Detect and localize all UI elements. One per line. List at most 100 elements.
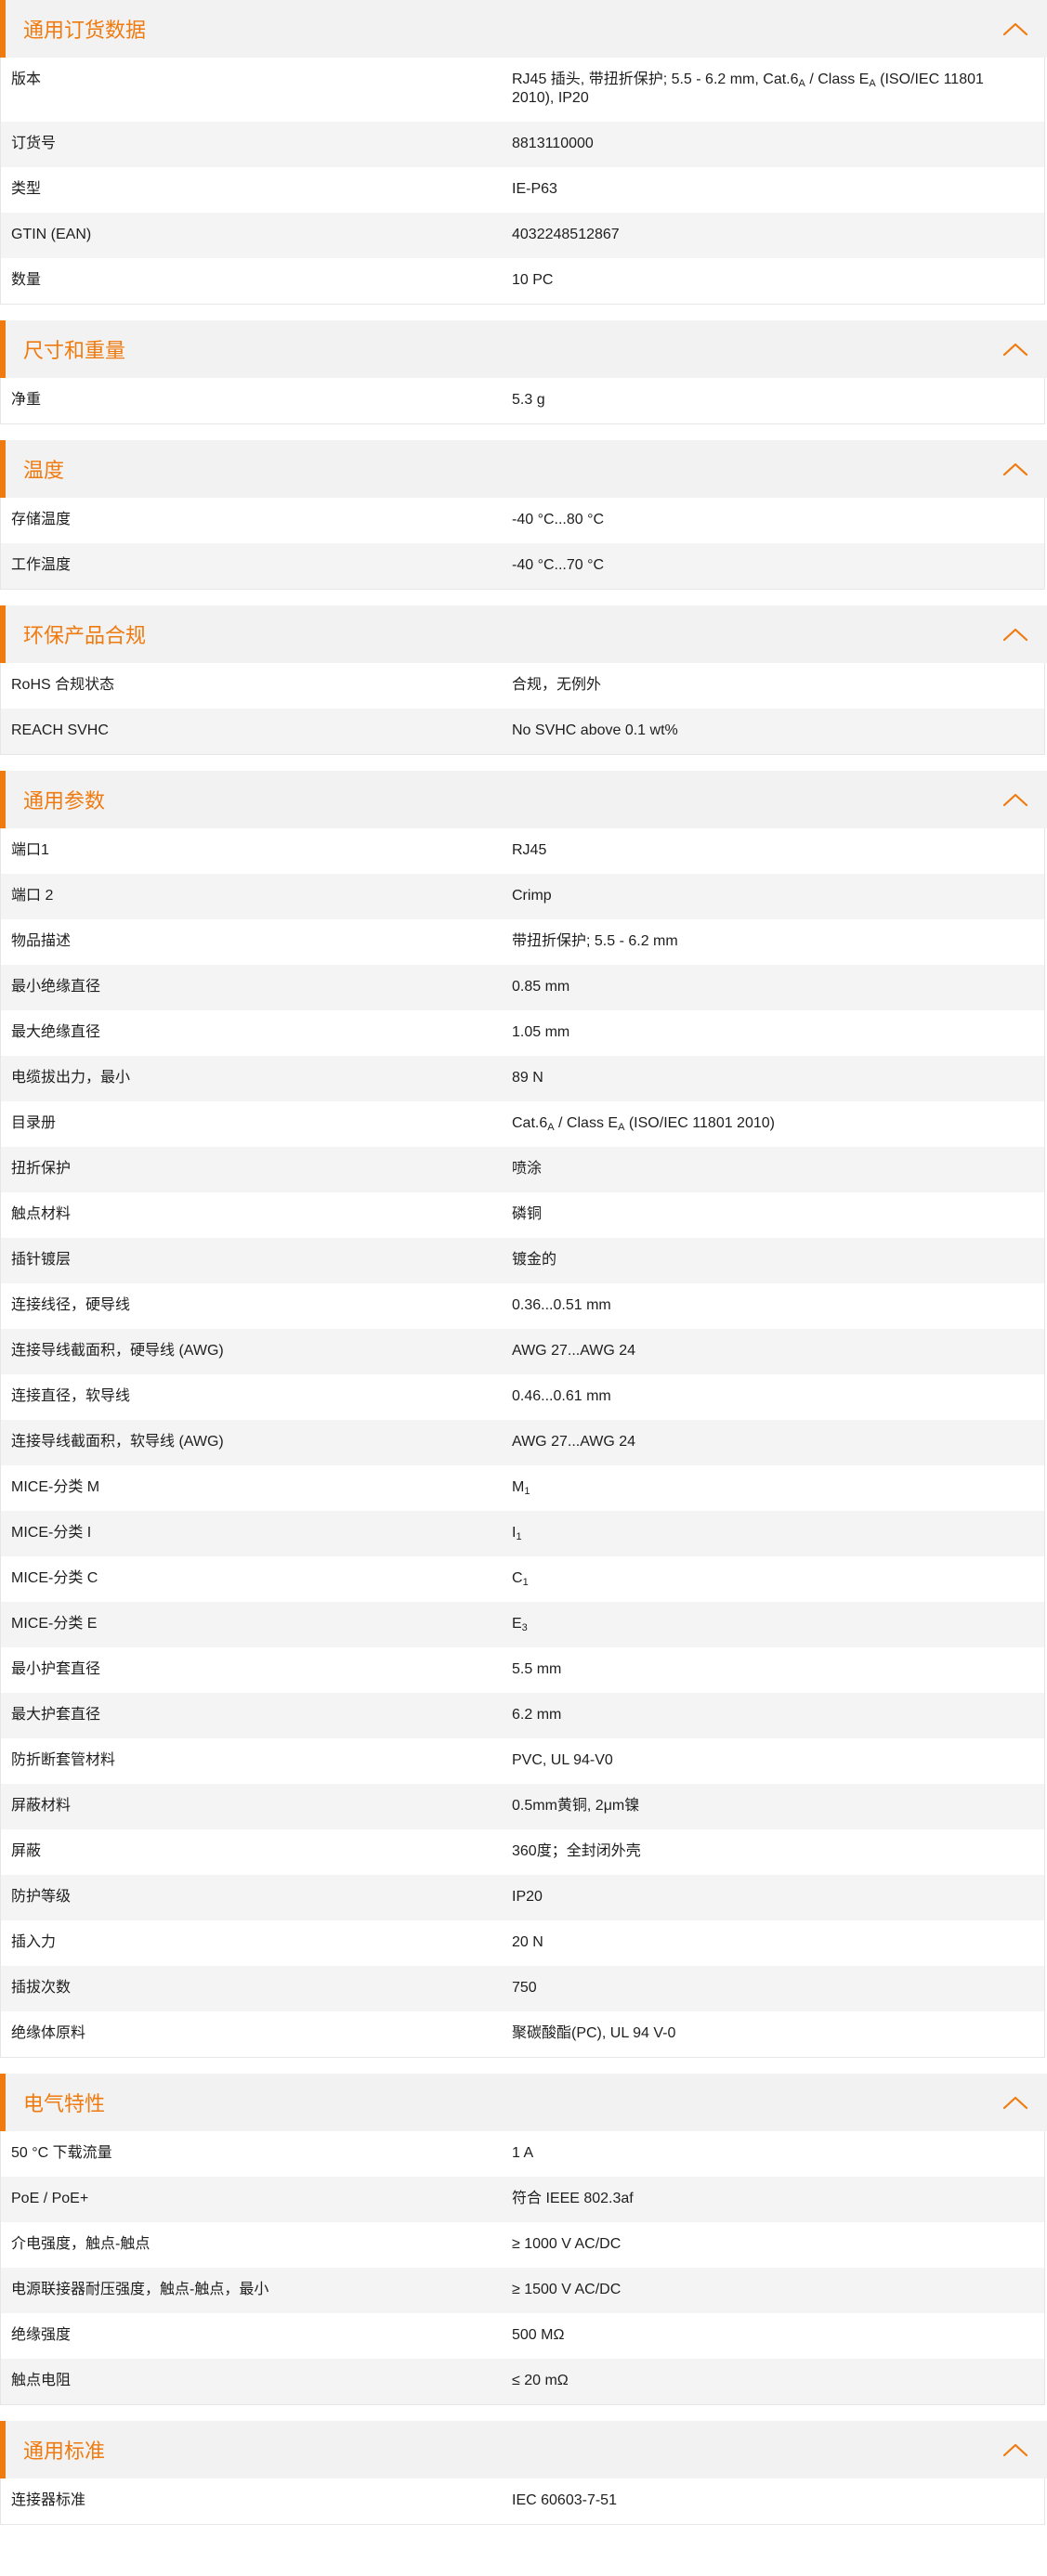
spec-row: GTIN (EAN) 4032248512867 (1, 213, 1044, 258)
spec-label: 插针镀层 (11, 1252, 72, 1268)
spec-value: E3 (503, 1602, 1044, 1647)
section-header[interactable]: 电气特性 (0, 2074, 1047, 2131)
spec-label: 插入力 (11, 1934, 57, 1950)
spec-row: 最大绝缘直径 1.05 mm (1, 1010, 1044, 1056)
spec-rows: 连接器标准 IEC 60603-7-51 (0, 2478, 1045, 2525)
chevron-up-icon[interactable] (1002, 21, 1028, 36)
spec-label: MICE-分类 C (11, 1570, 98, 1586)
chevron-up-icon[interactable] (1002, 342, 1028, 357)
spec-label: PoE / PoE+ (11, 2191, 89, 2206)
spec-row: 连接导线截面积，软导线 (AWG) AWG 27...AWG 24 (1, 1420, 1044, 1465)
section-title: 电气特性 (23, 2092, 106, 2115)
spec-row: 最小绝缘直径 0.85 mm (1, 965, 1044, 1010)
spec-row: 连接直径，软导线 0.46...0.61 mm (1, 1374, 1044, 1420)
spec-row: 电源联接器耐压强度，触点-触点，最小 ≥ 1500 V AC/DC (1, 2268, 1044, 2313)
value-subscript: 1 (522, 1577, 529, 1588)
spec-value: 磷铜 (512, 1206, 543, 1222)
spec-label: 版本 (11, 72, 42, 87)
spec-value: 符合 IEEE 802.3af (512, 2191, 634, 2206)
spec-row: 版本 RJ45 插头, 带扭折保护; 5.5 - 6.2 mm, Cat.6A /… (1, 58, 1044, 122)
value-text: / Class E (554, 1115, 619, 1131)
spec-label: GTIN (EAN) (11, 227, 92, 242)
spec-value: 镀金的 (512, 1252, 557, 1268)
section-header[interactable]: 通用标准 (0, 2421, 1047, 2478)
value-text: (ISO/IEC 11801 2010) (624, 1115, 775, 1131)
spec-row: 最大护套直径 6.2 mm (1, 1693, 1044, 1738)
spec-row: MICE-分类 E E3 (1, 1602, 1044, 1647)
spec-label: 类型 (11, 181, 42, 197)
section-header[interactable]: 尺寸和重量 (0, 320, 1047, 378)
spec-section: 通用参数 端口1 RJ45 端口 2 Crimp 物品描述 带扭折保护; 5.5 - 6.2… (0, 771, 1047, 2058)
spec-value: M1 (503, 1465, 1044, 1511)
spec-value: 10 PC (512, 272, 554, 288)
spec-row: 最小护套直径 5.5 mm (1, 1647, 1044, 1693)
value-subscript: A (798, 78, 805, 89)
spec-row: 插入力 20 N (1, 1920, 1044, 1966)
spec-value: I1 (503, 1511, 1044, 1556)
chevron-up-icon[interactable] (1002, 2095, 1028, 2110)
spec-section: 电气特性 50 °C 下载流量 1 A PoE / PoE+ 符合 IEEE 802.3… (0, 2074, 1047, 2405)
spec-row: 屏蔽 360度；全封闭外壳 (1, 1829, 1044, 1875)
spec-label: 连接导线截面积，软导线 (AWG) (11, 1434, 224, 1450)
spec-row: MICE-分类 M M1 (1, 1465, 1044, 1511)
spec-value: 1.05 mm (512, 1024, 570, 1040)
chevron-up-icon[interactable] (1002, 792, 1028, 807)
spec-rows: RoHS 合规状态 合规，无例外 REACH SVHC No SVHC above 0… (0, 663, 1045, 755)
spec-value: IP20 (512, 1889, 543, 1905)
spec-label: MICE-分类 I (11, 1525, 92, 1541)
value-text: C (512, 1570, 523, 1586)
spec-value: -40 °C...70 °C (512, 557, 605, 573)
spec-row: 工作温度 -40 °C...70 °C (1, 543, 1044, 589)
value-subscript: A (547, 1122, 555, 1133)
spec-row: 防护等级 IP20 (1, 1875, 1044, 1920)
section-header[interactable]: 温度 (0, 440, 1047, 498)
spec-section: 通用订货数据 版本 RJ45 插头, 带扭折保护; 5.5 - 6.2 mm, Ca… (0, 0, 1047, 305)
spec-label: 屏蔽材料 (11, 1798, 72, 1814)
spec-value: AWG 27...AWG 24 (512, 1434, 636, 1450)
spec-label: 绝缘强度 (11, 2327, 72, 2343)
value-subscript: 3 (521, 1622, 528, 1633)
spec-row: 类型 IE-P63 (1, 167, 1044, 213)
value-subscript: 1 (516, 1531, 522, 1542)
spec-row: 净重 5.3 g (1, 378, 1044, 423)
spec-row: 端口 2 Crimp (1, 874, 1044, 919)
spec-value: 0.85 mm (512, 979, 570, 995)
spec-label: 最大护套直径 (11, 1707, 101, 1723)
spec-value: ≥ 1500 V AC/DC (512, 2282, 622, 2297)
section-header[interactable]: 通用参数 (0, 771, 1047, 828)
spec-row: 50 °C 下载流量 1 A (1, 2131, 1044, 2177)
spec-row: REACH SVHC No SVHC above 0.1 wt% (1, 709, 1044, 754)
spec-row: 物品描述 带扭折保护; 5.5 - 6.2 mm (1, 919, 1044, 965)
spec-rows: 存储温度 -40 °C...80 °C 工作温度 -40 °C...70 °C (0, 498, 1045, 590)
spec-row: 触点电阻 ≤ 20 mΩ (1, 2359, 1044, 2404)
spec-value: 20 N (512, 1934, 543, 1950)
spec-row: RoHS 合规状态 合规，无例外 (1, 663, 1044, 709)
spec-value: 89 N (512, 1070, 543, 1086)
spec-row: 目录册 Cat.6A / Class EA (ISO/IEC 11801 2010… (1, 1101, 1044, 1147)
spec-value: 0.5mm黄铜, 2μm镍 (512, 1798, 640, 1814)
spec-label: 净重 (11, 392, 42, 408)
spec-label: 扭折保护 (11, 1161, 72, 1177)
section-title: 尺寸和重量 (23, 339, 126, 362)
spec-value: No SVHC above 0.1 wt% (512, 722, 678, 738)
chevron-up-icon[interactable] (1002, 627, 1028, 642)
section-title: 通用参数 (23, 789, 106, 813)
spec-label: 目录册 (11, 1115, 57, 1131)
spec-row: 屏蔽材料 0.5mm黄铜, 2μm镍 (1, 1784, 1044, 1829)
spec-label: 连接线径，硬导线 (11, 1297, 131, 1313)
spec-value: 4032248512867 (512, 227, 620, 242)
spec-row: 绝缘体原料 聚碳酸酯(PC), UL 94 V-0 (1, 2011, 1044, 2057)
spec-value: 5.3 g (512, 392, 545, 408)
spec-section: 尺寸和重量净重 5.3 g (0, 320, 1047, 424)
spec-section: 温度 存储温度 -40 °C...80 °C 工作温度 -40 °C...70 °C (0, 440, 1047, 590)
chevron-up-icon[interactable] (1002, 462, 1028, 476)
value-subscript: A (869, 78, 876, 89)
section-header[interactable]: 环保产品合规 (0, 605, 1047, 663)
section-header[interactable]: 通用订货数据 (0, 0, 1047, 58)
spec-value: 喷涂 (512, 1161, 543, 1177)
spec-section: 环保产品合规 RoHS 合规状态 合规，无例外 REACH SVHC No SVHC a… (0, 605, 1047, 755)
spec-row: MICE-分类 C C1 (1, 1556, 1044, 1602)
chevron-up-icon[interactable] (1002, 2442, 1028, 2457)
spec-row: 触点材料 磷铜 (1, 1192, 1044, 1238)
spec-label: 最小绝缘直径 (11, 979, 101, 995)
